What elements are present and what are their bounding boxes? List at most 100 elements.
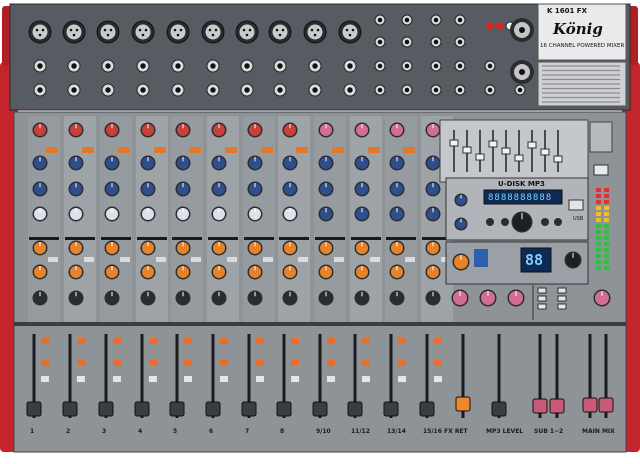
aux-knob[interactable] [282, 240, 298, 256]
routing-button[interactable] [77, 338, 85, 344]
mp3-transport-button[interactable] [554, 218, 562, 226]
gain-knob[interactable] [211, 122, 227, 138]
mute-button[interactable] [263, 257, 273, 262]
channel-fader[interactable] [455, 396, 471, 412]
xlr-input-jack[interactable] [303, 20, 327, 44]
eq-knob[interactable] [425, 155, 441, 171]
graphic-eq-slider[interactable] [462, 146, 472, 154]
channel-fader[interactable] [98, 401, 114, 417]
channel-fader[interactable] [598, 397, 614, 413]
fx-send-knob[interactable] [175, 264, 191, 280]
pan-knob[interactable] [389, 290, 405, 306]
phones-knob[interactable] [507, 289, 525, 307]
gain-knob[interactable] [389, 122, 405, 138]
routing-button[interactable] [434, 338, 442, 344]
line-input-jack[interactable] [343, 59, 357, 73]
output-jack[interactable] [484, 60, 496, 72]
fx-send-knob[interactable] [354, 264, 370, 280]
routing-button[interactable] [77, 360, 85, 366]
routing-switch[interactable] [537, 303, 547, 310]
channel-fader[interactable] [169, 401, 185, 417]
fx-send-knob[interactable] [211, 264, 227, 280]
channel-fader[interactable] [205, 401, 221, 417]
stereo-input-jack[interactable] [374, 14, 386, 26]
pfl-button[interactable] [77, 376, 85, 382]
line-input-jack[interactable] [136, 59, 150, 73]
eq-knob[interactable] [32, 155, 48, 171]
pfl-button[interactable] [291, 376, 299, 382]
channel-fader[interactable] [312, 401, 328, 417]
aux-knob[interactable] [247, 240, 263, 256]
eq-knob[interactable] [68, 155, 84, 171]
output-jack[interactable] [401, 60, 413, 72]
graphic-eq-slider[interactable] [540, 148, 550, 156]
gain-knob[interactable] [68, 122, 84, 138]
xlr-input-jack[interactable] [166, 20, 190, 44]
line-input-jack[interactable] [240, 59, 254, 73]
routing-switch[interactable] [537, 295, 547, 302]
routing-button[interactable] [41, 360, 49, 366]
routing-switch[interactable] [557, 303, 567, 310]
fx-send-knob[interactable] [140, 264, 156, 280]
channel-fader[interactable] [62, 401, 78, 417]
eq-knob[interactable] [425, 181, 441, 197]
routing-button[interactable] [434, 360, 442, 366]
routing-button[interactable] [113, 338, 121, 344]
effect-select-knob[interactable] [564, 251, 582, 269]
routing-button[interactable] [41, 338, 49, 344]
line-input-jack[interactable] [101, 59, 115, 73]
eq-knob[interactable] [175, 155, 191, 171]
insert-jack[interactable] [136, 83, 150, 97]
routing-button[interactable] [184, 338, 192, 344]
eq-knob[interactable] [389, 206, 405, 222]
eq-knob[interactable] [247, 206, 263, 222]
power-button[interactable] [589, 121, 613, 153]
pan-knob[interactable] [354, 290, 370, 306]
pfl-button[interactable] [398, 376, 406, 382]
routing-button[interactable] [362, 360, 370, 366]
aux-knob[interactable] [425, 240, 441, 256]
aux-knob[interactable] [389, 240, 405, 256]
graphic-eq-slider[interactable] [475, 153, 485, 161]
aux-knob[interactable] [354, 240, 370, 256]
fx-send-knob[interactable] [32, 264, 48, 280]
eq-knob[interactable] [318, 155, 334, 171]
routing-button[interactable] [291, 338, 299, 344]
insert-jack[interactable] [206, 83, 220, 97]
eq-knob[interactable] [247, 181, 263, 197]
graphic-eq-slider[interactable] [553, 155, 563, 163]
eq-knob[interactable] [247, 155, 263, 171]
stereo-input-jack[interactable] [374, 36, 386, 48]
fx-return-knob[interactable] [451, 289, 469, 307]
eq-knob[interactable] [211, 206, 227, 222]
pan-knob[interactable] [247, 290, 263, 306]
pan-knob[interactable] [140, 290, 156, 306]
eq-knob[interactable] [354, 206, 370, 222]
stereo-input-jack[interactable] [430, 14, 442, 26]
mute-button[interactable] [227, 257, 237, 262]
insert-jack[interactable] [33, 83, 47, 97]
line-input-jack[interactable] [67, 59, 81, 73]
pfl-button[interactable] [327, 376, 335, 382]
rca-jack[interactable] [496, 22, 504, 30]
pfl-button[interactable] [184, 376, 192, 382]
output-jack[interactable] [484, 84, 496, 96]
routing-button[interactable] [149, 360, 157, 366]
eq-knob[interactable] [425, 206, 441, 222]
insert-jack[interactable] [171, 83, 185, 97]
xlr-input-jack[interactable] [235, 20, 259, 44]
line-input-jack[interactable] [206, 59, 220, 73]
graphic-eq-slider[interactable] [514, 154, 524, 162]
gain-knob[interactable] [425, 122, 441, 138]
xlr-input-jack[interactable] [201, 20, 225, 44]
routing-button[interactable] [256, 338, 264, 344]
fx-send-knob[interactable] [318, 264, 334, 280]
speaker-output-jack[interactable] [510, 60, 534, 84]
speaker-output-jack[interactable] [510, 18, 534, 42]
channel-fader[interactable] [419, 401, 435, 417]
xlr-input-jack[interactable] [96, 20, 120, 44]
mp3-transport-button[interactable] [486, 218, 494, 226]
xlr-input-jack[interactable] [62, 20, 86, 44]
eq-knob[interactable] [175, 181, 191, 197]
insert-jack[interactable] [343, 83, 357, 97]
